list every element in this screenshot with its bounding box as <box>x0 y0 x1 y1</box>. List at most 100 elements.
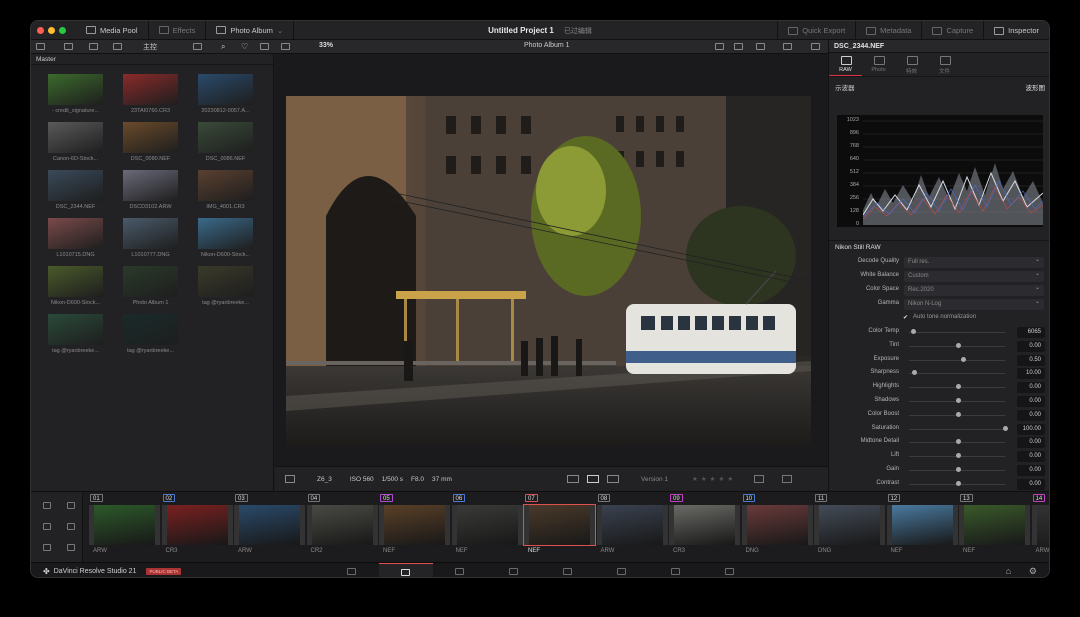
param-value-field[interactable]: 0.00 <box>1017 478 1045 490</box>
compare-icon[interactable] <box>734 43 743 50</box>
checkbox-checked-icon[interactable]: ✔ <box>903 314 908 321</box>
info-icon[interactable] <box>285 475 295 483</box>
inspector-tab[interactable]: RAW <box>829 53 862 76</box>
media-pool-item[interactable]: Photo Album 1 <box>118 266 183 311</box>
bin-selector[interactable]: 主控 <box>143 42 157 52</box>
param-slider-knob[interactable] <box>956 453 961 459</box>
filmstrip-clip[interactable]: 03 ARW <box>234 494 305 560</box>
deliver-page-button[interactable] <box>703 563 757 577</box>
search-icon[interactable]: ⌕ <box>221 42 225 52</box>
media-pool-item[interactable]: Nikon-D600-Stock... <box>43 266 108 311</box>
param-slider-track[interactable] <box>909 428 1005 430</box>
inspector-tab[interactable]: 特效 <box>895 53 928 76</box>
param-value-field[interactable]: 0.00 <box>1017 437 1045 449</box>
tag-icon[interactable] <box>43 544 51 551</box>
media-pool-item[interactable]: 23TAI0760.CR3 <box>118 74 183 119</box>
master-bin-header[interactable]: Master <box>31 54 273 65</box>
media-pool-item[interactable]: DSCD3102.ARW <box>118 170 183 215</box>
filmstrip-clip[interactable]: 07 NEF <box>523 494 596 560</box>
media-pool-tab[interactable]: Media Pool <box>76 21 149 40</box>
param-slider-knob[interactable] <box>1003 425 1008 431</box>
color-page-button[interactable] <box>595 563 649 577</box>
favorite-icon[interactable]: ♡ <box>241 42 248 51</box>
media-pool-item[interactable]: - credit_signature... <box>43 74 108 119</box>
quick-export-button[interactable]: Quick Export <box>777 21 855 40</box>
sort-icon[interactable] <box>67 544 75 551</box>
gear-icon[interactable]: ⚙ <box>1029 566 1037 577</box>
media-pool-item[interactable]: IMG_4001.CR3 <box>193 170 258 215</box>
edit-page-button[interactable] <box>487 563 541 577</box>
version-selector[interactable]: Version 1 <box>641 476 668 483</box>
param-value-field[interactable]: 0.00 <box>1017 451 1045 463</box>
param-slider-knob[interactable] <box>956 439 961 445</box>
fusion-page-button[interactable] <box>541 563 595 577</box>
param-slider-track[interactable] <box>909 373 1005 375</box>
rating-stars[interactable]: ★★★★★ <box>692 475 736 483</box>
cut-page-button[interactable] <box>433 563 487 577</box>
viewer-layout-icon[interactable] <box>715 43 724 50</box>
effects-tab[interactable]: Effects <box>149 21 207 40</box>
capture-button[interactable]: Capture <box>921 21 983 40</box>
filmstrip-clip[interactable]: 04 CR2 <box>306 494 378 560</box>
photo-page-button[interactable] <box>379 563 433 577</box>
auto-tone-row[interactable]: ✔ Auto tone normalization <box>829 312 1049 325</box>
select-icon[interactable] <box>43 523 51 530</box>
fairlight-page-button[interactable] <box>649 563 703 577</box>
grid-view-icon[interactable] <box>193 43 202 50</box>
param-dropdown[interactable]: Custom <box>904 269 1044 282</box>
star-icon[interactable] <box>67 502 75 509</box>
import-icon[interactable] <box>64 43 73 50</box>
param-value-field[interactable]: 0.00 <box>1017 382 1045 394</box>
param-slider-track[interactable] <box>909 332 1005 333</box>
inspector-tab[interactable]: Photo <box>862 53 895 76</box>
param-slider-knob[interactable] <box>960 356 966 362</box>
media-pool-item[interactable]: tag @ryanbreeke... <box>118 314 183 359</box>
album-selector[interactable]: Photo Album 1 <box>524 42 570 49</box>
param-slider-knob[interactable] <box>911 370 917 376</box>
crop-icon[interactable] <box>783 43 792 50</box>
param-value-field[interactable]: 0.00 <box>1017 409 1045 421</box>
param-value-field[interactable]: 6065 <box>1017 327 1045 338</box>
photo-album-tab[interactable]: Photo Album ⌄ <box>206 21 295 40</box>
new-bin-icon[interactable] <box>89 43 98 50</box>
scope-mode-selector[interactable]: 波形图 <box>1026 82 1046 95</box>
close-button[interactable] <box>37 26 44 34</box>
media-pool-item[interactable]: tag @ryanbreeke... <box>43 314 108 359</box>
param-dropdown[interactable]: Nikon N-Log <box>904 297 1044 310</box>
zoom-level[interactable]: 33% <box>319 42 333 49</box>
media-pool-item[interactable]: L1010715.DNG <box>43 218 108 263</box>
media-pool-item[interactable]: DSC_2344.NEF <box>43 170 108 215</box>
filmstrip-clip[interactable]: 11 DNG <box>814 494 885 560</box>
viewer-image[interactable] <box>286 96 811 446</box>
flag-icon[interactable] <box>754 475 765 483</box>
note-icon[interactable] <box>782 475 793 483</box>
media-pool-item[interactable]: DSC_0080.NEF <box>118 122 183 167</box>
media-pool-item[interactable]: DSC_0086.NEF <box>193 122 258 167</box>
filmstrip-clip[interactable]: 05 NEF <box>379 494 450 560</box>
minimize-button[interactable] <box>48 26 55 34</box>
display-icon[interactable] <box>811 43 820 50</box>
filmstrip-clip[interactable]: 13 NEF <box>959 494 1030 560</box>
filmstrip-clip[interactable]: 02 CR3 <box>161 494 233 560</box>
param-value-field[interactable]: 100.00 <box>1017 423 1045 435</box>
media-pool-item[interactable]: L1010777.DNG <box>118 218 183 263</box>
panel-toggle-icon[interactable] <box>36 43 45 50</box>
param-value-field[interactable]: 0.00 <box>1017 340 1045 352</box>
param-value-field[interactable]: 0.50 <box>1017 354 1045 366</box>
inspector-tab[interactable]: 文件 <box>928 53 961 76</box>
param-dropdown[interactable]: Rec.2020 <box>904 283 1044 296</box>
filmstrip-clip[interactable]: 14 ARW <box>1031 494 1049 560</box>
list-view-icon[interactable] <box>113 43 122 50</box>
param-slider-knob[interactable] <box>956 398 961 403</box>
overlay-icon[interactable] <box>756 43 765 50</box>
inspector-button[interactable]: Inspector <box>983 21 1049 40</box>
media-pool-item[interactable]: 20230812-0057.A... <box>193 74 258 119</box>
param-slider-knob[interactable] <box>956 384 961 390</box>
lock-icon[interactable] <box>67 523 75 530</box>
param-slider-knob[interactable] <box>956 480 961 486</box>
filmstrip-clip[interactable]: 09 CR3 <box>669 494 740 560</box>
sort-icon[interactable] <box>281 43 290 50</box>
param-value-field[interactable]: 0.00 <box>1017 465 1045 476</box>
param-slider-knob[interactable] <box>956 411 961 417</box>
media-pool-item[interactable]: Nikon-D600-Stock... <box>193 218 258 263</box>
